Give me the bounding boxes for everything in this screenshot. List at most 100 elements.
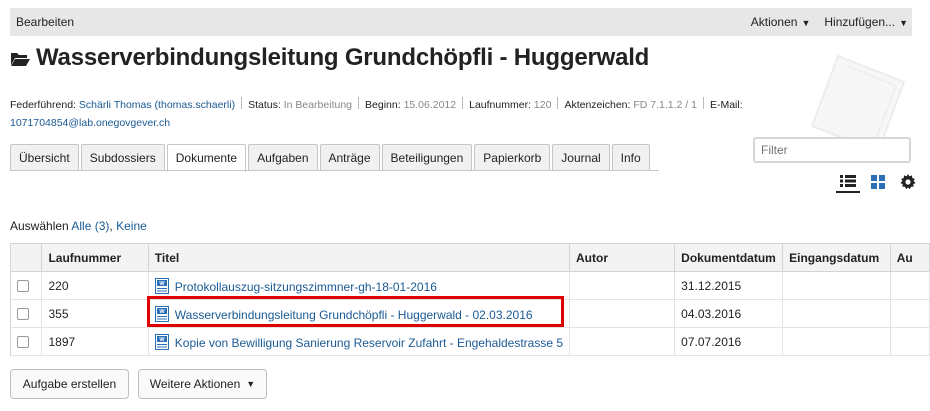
tab-underline bbox=[10, 170, 659, 171]
tab-overview[interactable]: Übersicht bbox=[10, 144, 79, 171]
actions-menu-label: Aktionen bbox=[750, 15, 798, 29]
document-link[interactable]: Kopie von Bewilligung Sanierung Reservoi… bbox=[175, 336, 563, 350]
column-header-document-date[interactable]: Dokumentdatum bbox=[674, 243, 784, 272]
chevron-down-icon: ▼ bbox=[246, 379, 256, 389]
row-checkbox[interactable] bbox=[17, 280, 29, 293]
more-actions-button[interactable]: Weitere Aktionen ▼ bbox=[138, 369, 267, 399]
svg-text:W: W bbox=[159, 309, 165, 315]
column-header-author[interactable]: Autor bbox=[569, 243, 676, 272]
divider bbox=[462, 97, 464, 109]
email-link[interactable]: 1071704854@lab.onegovgever.ch bbox=[10, 117, 170, 129]
overflow-cell bbox=[890, 271, 930, 300]
received-date-cell bbox=[782, 327, 891, 356]
tab-bar: Übersicht Subdossiers Dokumente Aufgaben… bbox=[10, 144, 652, 172]
column-header-select bbox=[9, 243, 43, 272]
row-checkbox[interactable] bbox=[17, 336, 29, 349]
row-select-cell bbox=[9, 271, 43, 300]
document-date-cell: 31.12.2015 bbox=[674, 271, 784, 300]
create-task-button[interactable]: Aufgabe erstellen bbox=[10, 369, 129, 399]
title-cell: W Protokollauszug-sitzungszimmner-gh-18-0… bbox=[148, 271, 571, 300]
lead-label: Federführend: bbox=[10, 99, 76, 111]
documents-table: Laufnummer Titel Autor Dokumentdatum Ein… bbox=[9, 243, 930, 356]
email-label: E-Mail: bbox=[709, 99, 743, 111]
svg-text:W: W bbox=[159, 337, 165, 343]
row-select-cell bbox=[9, 327, 43, 356]
number-cell: 355 bbox=[41, 299, 149, 328]
select-none-link[interactable]: Keine bbox=[116, 219, 147, 233]
dossier-metadata: Federführend: Schärli Thomas (thomas.sch… bbox=[10, 96, 770, 132]
number-value: 120 bbox=[533, 99, 552, 111]
chevron-down-icon: ▼ bbox=[801, 18, 811, 28]
page-header: Wasserverbindungsleitung Grundchöpfli - … bbox=[10, 44, 649, 72]
author-cell bbox=[569, 327, 676, 356]
add-menu-label: Hinzufügen... bbox=[824, 15, 896, 29]
reference-value: FD 7.1.1.2 / 1 bbox=[633, 99, 697, 111]
status-value: In Bearbeitung bbox=[283, 99, 353, 111]
tab-proposals[interactable]: Anträge bbox=[319, 144, 380, 171]
top-toolbar: Bearbeiten Aktionen ▼ Hinzufügen... ▼ bbox=[10, 8, 912, 36]
grid-view-icon[interactable] bbox=[866, 171, 890, 193]
table-row: 355 W Wasserverbindungsleitung Grundchöpf… bbox=[9, 299, 930, 328]
document-link[interactable]: Wasserverbindungsleitung Grundchöpfli - … bbox=[175, 308, 533, 322]
document-date-cell: 07.07.2016 bbox=[674, 327, 784, 356]
tab-info[interactable]: Info bbox=[611, 144, 650, 171]
author-cell bbox=[569, 299, 676, 328]
received-date-cell bbox=[782, 299, 891, 328]
column-header-received-date[interactable]: Eingangsdatum bbox=[782, 243, 891, 272]
tab-participations[interactable]: Beteiligungen bbox=[381, 144, 473, 171]
edit-menu[interactable]: Bearbeiten bbox=[16, 15, 74, 29]
number-label: Laufnummer: bbox=[469, 99, 531, 111]
selection-controls: Auswählen Alle (3), Keine bbox=[10, 219, 147, 233]
overflow-cell bbox=[890, 327, 930, 356]
word-document-icon: W bbox=[154, 305, 169, 322]
folder-open-icon bbox=[11, 53, 30, 66]
table-header-row: Laufnummer Titel Autor Dokumentdatum Ein… bbox=[9, 243, 930, 272]
column-header-number[interactable]: Laufnummer bbox=[41, 243, 149, 272]
divider bbox=[557, 97, 559, 109]
tab-tasks[interactable]: Aufgaben bbox=[248, 144, 318, 171]
table-row: 1897 W Kopie von Bewilligung Sanierung Re… bbox=[9, 327, 930, 356]
reference-label: Aktenzeichen: bbox=[564, 99, 631, 111]
tab-documents[interactable]: Dokumente bbox=[166, 144, 247, 172]
list-view-icon[interactable] bbox=[836, 171, 860, 193]
title-cell: W Kopie von Bewilligung Sanierung Reservo… bbox=[148, 327, 571, 356]
received-date-cell bbox=[782, 271, 891, 300]
column-header-truncated[interactable]: Au bbox=[890, 243, 930, 272]
divider bbox=[358, 97, 360, 109]
divider bbox=[241, 97, 243, 109]
word-document-icon: W bbox=[154, 333, 169, 350]
select-all-link[interactable]: Alle (3) bbox=[71, 219, 109, 233]
overflow-cell bbox=[890, 299, 930, 328]
view-switcher bbox=[836, 171, 920, 193]
document-link[interactable]: Protokollauszug-sitzungszimmner-gh-18-01… bbox=[175, 280, 437, 294]
divider bbox=[702, 97, 704, 109]
author-cell bbox=[569, 271, 676, 300]
select-separator: , bbox=[109, 219, 113, 233]
gear-icon[interactable] bbox=[896, 171, 920, 193]
actions-menu[interactable]: Aktionen ▼ bbox=[751, 15, 811, 29]
page-title: Wasserverbindungsleitung Grundchöpfli - … bbox=[36, 44, 650, 71]
more-actions-label: Weitere Aktionen bbox=[149, 377, 241, 391]
select-label: Auswählen bbox=[10, 219, 69, 233]
table-row: 220 W Protokollauszug-sitzungszimmner-gh-… bbox=[9, 271, 930, 300]
title-cell: W Wasserverbindungsleitung Grundchöpfli -… bbox=[148, 299, 571, 328]
svg-text:W: W bbox=[159, 281, 165, 287]
tab-trash[interactable]: Papierkorb bbox=[474, 144, 551, 171]
top-actions: Aktionen ▼ Hinzufügen... ▼ bbox=[751, 15, 908, 29]
filter-input[interactable] bbox=[753, 137, 911, 163]
status-label: Status: bbox=[248, 99, 281, 111]
number-cell: 220 bbox=[41, 271, 149, 300]
tab-subdossiers[interactable]: Subdossiers bbox=[80, 144, 165, 171]
row-select-cell bbox=[9, 299, 43, 328]
number-cell: 1897 bbox=[41, 327, 149, 356]
column-header-title[interactable]: Titel bbox=[148, 243, 571, 272]
start-value: 15.06.2012 bbox=[403, 99, 457, 111]
chevron-down-icon: ▼ bbox=[899, 18, 908, 28]
start-label: Beginn: bbox=[365, 99, 401, 111]
row-checkbox[interactable] bbox=[17, 308, 29, 321]
add-menu[interactable]: Hinzufügen... ▼ bbox=[824, 15, 908, 29]
lead-link[interactable]: Schärli Thomas (thomas.schaerli) bbox=[79, 99, 235, 111]
word-document-icon: W bbox=[154, 277, 169, 294]
tab-journal[interactable]: Journal bbox=[552, 144, 610, 171]
document-date-cell: 04.03.2016 bbox=[674, 299, 784, 328]
